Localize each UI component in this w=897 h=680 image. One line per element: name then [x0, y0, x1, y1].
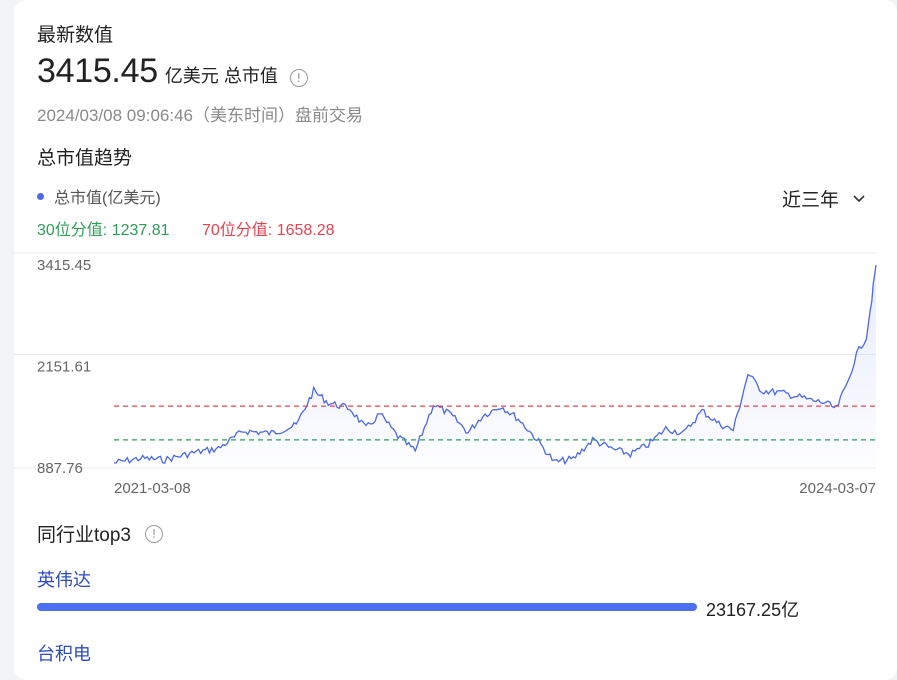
market-cap-unit: 亿美元 总市值: [164, 66, 278, 86]
chart-legend: 总市值(亿美元): [37, 184, 161, 208]
peer-market-cap-bar: [37, 603, 697, 611]
legend-dot: [37, 192, 44, 200]
chevron-down-icon: [853, 187, 865, 209]
peer-name[interactable]: 台积电: [37, 640, 91, 666]
market-cap-trend-chart[interactable]: 3415.45 2151.61 887.76 2021-03-08 2024-03-07: [14, 240, 897, 500]
time-range-dropdown[interactable]: 近三年: [782, 185, 865, 212]
peer-market-cap-value: 23167.25亿: [706, 600, 800, 620]
peers-heading-row: 同行业top3 !: [37, 520, 163, 547]
info-circle-icon[interactable]: !: [144, 524, 163, 543]
peers-heading: 同行业top3: [37, 525, 131, 546]
market-cap-value: 3415.45: [37, 52, 158, 90]
x-axis-label: 2024-03-07: [799, 480, 876, 497]
y-axis-label: 2151.61: [37, 358, 91, 375]
market-cap-card: 最新数值 3415.45 亿美元 总市值 ! 2024/03/08 09:06:…: [14, 0, 897, 680]
latest-value-heading: 最新数值: [37, 25, 114, 46]
y-axis-label: 3415.45: [37, 257, 91, 274]
percentile-70-label: 70位分值: 1658.28: [202, 222, 335, 239]
quote-timestamp: 2024/03/08 09:06:46（美东时间）盘前交易: [37, 106, 363, 125]
series-area: [114, 265, 876, 468]
trend-heading: 总市值趋势: [37, 148, 133, 169]
x-axis-label: 2021-03-08: [114, 480, 191, 497]
time-range-label: 近三年: [782, 190, 840, 211]
peer-name[interactable]: 英伟达: [37, 566, 91, 592]
legend-series-label: 总市值(亿美元): [54, 190, 161, 207]
percentile-30-label: 30位分值: 1237.81: [37, 222, 170, 239]
y-axis-label: 887.76: [37, 460, 83, 477]
info-circle-icon[interactable]: !: [289, 69, 308, 87]
latest-value-row: 3415.45 亿美元 总市值 !: [37, 52, 308, 91]
